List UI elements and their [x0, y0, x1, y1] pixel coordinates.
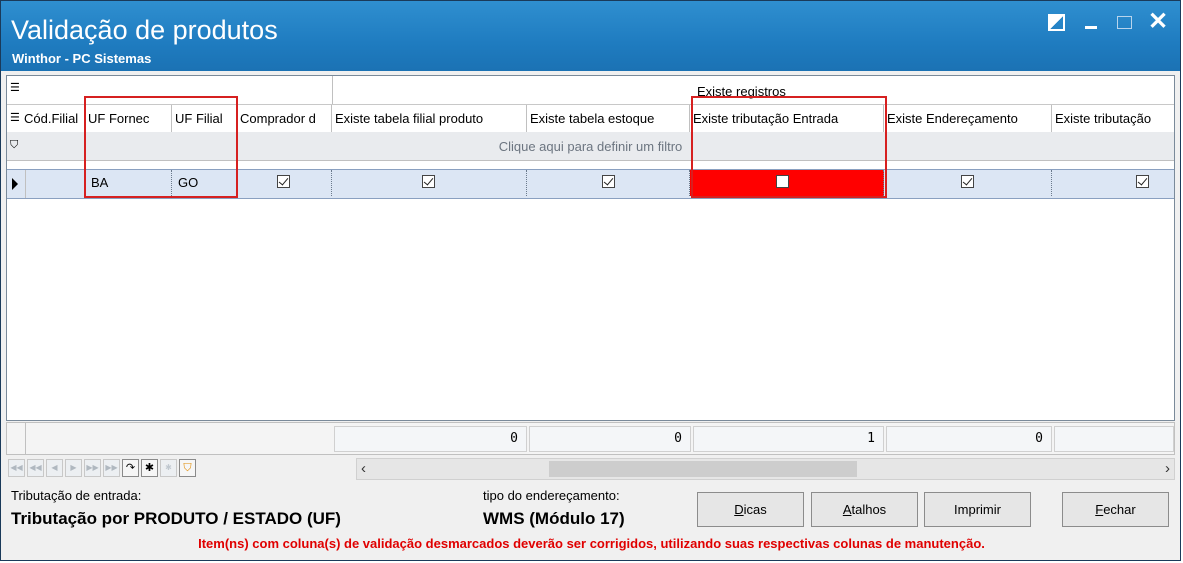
total-enderecamento: 0: [886, 426, 1052, 452]
fechar-label: echar: [1103, 502, 1136, 517]
column-header-row: ☰ Cód.Filial UF Fornec UF Filial Comprad…: [7, 104, 1174, 133]
checkbox-tributacao-entrada[interactable]: [776, 175, 789, 188]
close-icon[interactable]: ✕: [1145, 9, 1171, 35]
row-indicator: [7, 170, 26, 198]
ender-value: WMS (Módulo 17): [483, 509, 625, 528]
col-header-tabela-filial-produto[interactable]: Existe tabela filial produto: [332, 105, 527, 132]
cell-cod-filial[interactable]: [25, 170, 85, 196]
next-record-icon[interactable]: ▶: [65, 459, 82, 477]
restore-icon[interactable]: [1043, 9, 1069, 35]
ender-label: tipo do endereçamento:: [483, 488, 620, 503]
cell-enderecamento[interactable]: [884, 170, 1052, 196]
validation-grid[interactable]: ☰ Existe registros ☰ Cód.Filial UF Forne…: [6, 75, 1175, 421]
column-chooser-icon[interactable]: ☰: [10, 81, 20, 94]
cell-tabela-estoque[interactable]: [527, 170, 690, 196]
col-header-tabela-estoque[interactable]: Existe tabela estoque: [527, 105, 690, 132]
scrollbar-thumb[interactable]: [549, 461, 857, 477]
navigator-bar: ◀◀ ◀◀ ◀ ▶ ▶▶ ▶▶ ↷ ✱ ✱ ⛉ ‹ ›: [6, 457, 1175, 482]
col-header-comprador[interactable]: Comprador d: [237, 105, 332, 132]
dicas-label: icas: [743, 502, 767, 517]
window-subtitle: Winthor - PC Sistemas: [12, 51, 152, 66]
total-tributacao-entrada: 1: [693, 426, 884, 452]
delete-icon[interactable]: ✱: [160, 459, 177, 477]
checkbox-tabela-estoque[interactable]: [602, 175, 615, 188]
band-label-existe-registros: Existe registros: [697, 84, 786, 99]
cell-tabela-filial-produto[interactable]: [332, 170, 527, 196]
col-header-uf-fornec[interactable]: UF Fornec: [85, 105, 172, 132]
col-header-cod-filial[interactable]: Cód.Filial: [21, 105, 85, 132]
next-page-icon[interactable]: ▶▶: [84, 459, 101, 477]
dicas-mnemonic: D: [734, 502, 744, 517]
checkbox-tributacao[interactable]: [1136, 175, 1149, 188]
checkbox-tabela-filial-produto[interactable]: [422, 175, 435, 188]
trib-value: Tributação por PRODUTO / ESTADO (UF): [11, 509, 341, 528]
maximize-icon[interactable]: [1111, 9, 1137, 35]
dicas-button[interactable]: Dicas: [697, 492, 804, 527]
scroll-right-icon[interactable]: ›: [1165, 460, 1170, 477]
cell-tributacao[interactable]: [1052, 170, 1174, 196]
col-header-uf-filial[interactable]: UF Filial: [172, 105, 237, 132]
filter-funnel-icon[interactable]: ⛉: [179, 459, 196, 477]
first-page-icon[interactable]: ◀◀: [8, 459, 25, 477]
col-header-tributacao-entrada[interactable]: Existe tributação Entrada: [690, 105, 884, 132]
cell-comprador[interactable]: [237, 170, 332, 196]
main-window: Validação de produtos Winthor - PC Siste…: [0, 0, 1181, 561]
prev-page-icon[interactable]: ◀◀: [27, 459, 44, 477]
insert-icon[interactable]: ✱: [141, 459, 158, 477]
prev-record-icon[interactable]: ◀: [46, 459, 63, 477]
title-bar[interactable]: Validação de produtos Winthor - PC Siste…: [1, 1, 1180, 71]
checkbox-comprador[interactable]: [277, 175, 290, 188]
summary-row: 0 0 1 0: [6, 422, 1175, 455]
minimize-icon[interactable]: [1078, 9, 1104, 35]
scroll-left-icon[interactable]: ‹: [361, 460, 366, 477]
cell-uf-fornec[interactable]: BA: [85, 170, 172, 196]
col-header-enderecamento[interactable]: Existe Endereçamento: [884, 105, 1052, 132]
total-tributacao: [1054, 426, 1174, 452]
total-tabela-estoque: 0: [529, 426, 691, 452]
cell-tributacao-entrada[interactable]: [690, 170, 884, 196]
col-header-tributacao[interactable]: Existe tributação: [1052, 105, 1174, 132]
horizontal-scrollbar[interactable]: ‹ ›: [356, 458, 1175, 480]
total-tabela-filial-produto: 0: [334, 426, 527, 452]
atalhos-label: talhos: [851, 502, 887, 517]
imprimir-button[interactable]: Imprimir: [924, 492, 1031, 527]
filter-row[interactable]: ⛉ Clique aqui para definir um filtro: [7, 132, 1174, 161]
column-menu-icon[interactable]: ☰: [10, 111, 20, 124]
warning-message: Item(ns) com coluna(s) de validação desm…: [198, 536, 985, 551]
atalhos-button[interactable]: Atalhos: [811, 492, 918, 527]
table-row[interactable]: BA GO: [7, 169, 1174, 199]
fechar-button[interactable]: Fechar: [1062, 492, 1169, 527]
filter-prompt[interactable]: Clique aqui para definir um filtro: [7, 139, 1174, 154]
last-page-icon[interactable]: ▶▶: [103, 459, 120, 477]
trib-label: Tributação de entrada:: [11, 488, 142, 503]
window-title: Validação de produtos: [11, 15, 278, 45]
band-header-row: ☰ Existe registros: [7, 76, 1174, 104]
row-pointer-icon: [12, 178, 18, 190]
refresh-icon[interactable]: ↷: [122, 459, 139, 477]
cell-uf-filial[interactable]: GO: [172, 170, 237, 196]
fechar-mnemonic: F: [1095, 502, 1104, 517]
checkbox-enderecamento[interactable]: [961, 175, 974, 188]
